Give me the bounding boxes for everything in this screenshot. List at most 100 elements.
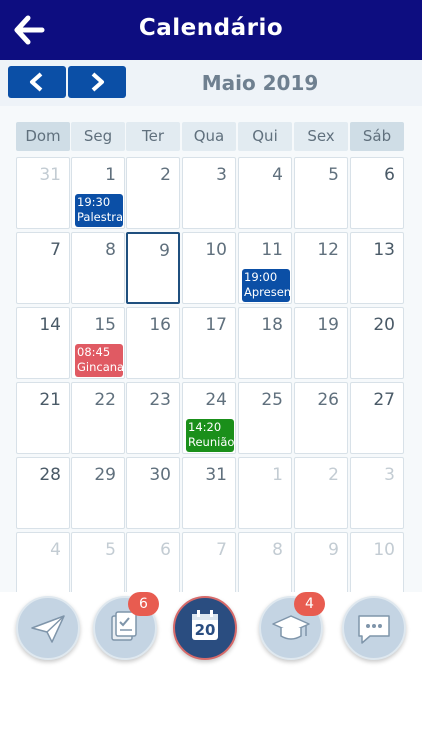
day-number: 6: [384, 165, 395, 185]
day-cell[interactable]: 23: [126, 382, 180, 454]
day-cell[interactable]: 20: [350, 307, 404, 379]
day-cell[interactable]: 6: [350, 157, 404, 229]
day-number: 6: [160, 540, 171, 560]
day-number: 2: [328, 465, 339, 485]
calendar-nav-button[interactable]: 20: [173, 596, 237, 660]
day-cell[interactable]: 12: [294, 232, 348, 304]
day-cell[interactable]: 13: [350, 232, 404, 304]
day-cell[interactable]: 2: [126, 157, 180, 229]
day-number: 23: [149, 390, 171, 410]
month-label: Maio 2019: [201, 71, 319, 95]
event-title: Reunião: [188, 435, 234, 449]
notification-badge: 6: [128, 592, 159, 616]
event-time: 19:30: [77, 195, 111, 209]
weekday-header: Sex: [294, 122, 348, 151]
day-number: 4: [272, 165, 283, 185]
day-number: 30: [149, 465, 171, 485]
day-cell[interactable]: 4: [16, 532, 70, 592]
event-title: Gincana: [77, 360, 123, 374]
event-time: 08:45: [77, 345, 111, 359]
calendar-grid: Dom Seg Ter Qua Qui Sex Sáb 31 1 19:30 Palestra 2 3 4…: [0, 106, 422, 592]
day-cell[interactable]: 8: [71, 232, 125, 304]
day-number: 12: [317, 240, 339, 260]
messages-nav-button[interactable]: [16, 596, 80, 660]
day-number: 8: [105, 240, 116, 260]
day-cell[interactable]: 7: [182, 532, 236, 592]
day-number: 16: [149, 315, 171, 335]
day-cell-selected[interactable]: 9: [126, 232, 180, 304]
event-chip[interactable]: 19:00 Apresen: [242, 269, 290, 302]
day-number: 10: [373, 540, 395, 560]
weekday-header: Qui: [238, 122, 292, 151]
day-cell[interactable]: 1 19:30 Palestra: [71, 157, 125, 229]
day-number: 3: [384, 465, 395, 485]
day-number: 7: [50, 240, 61, 260]
day-cell[interactable]: 31: [16, 157, 70, 229]
day-cell[interactable]: 25: [238, 382, 292, 454]
previous-month-button[interactable]: [8, 66, 66, 98]
day-cell[interactable]: 11 19:00 Apresen: [238, 232, 292, 304]
day-number: 31: [205, 465, 227, 485]
event-chip[interactable]: 08:45 Gincana: [75, 344, 123, 377]
notification-badge: 4: [294, 592, 325, 616]
day-number: 7: [216, 540, 227, 560]
day-number: 26: [317, 390, 339, 410]
day-number: 5: [105, 540, 116, 560]
day-cell[interactable]: 9: [294, 532, 348, 592]
day-number: 20: [373, 315, 395, 335]
day-cell[interactable]: 17: [182, 307, 236, 379]
next-month-button[interactable]: [68, 66, 126, 98]
day-number: 18: [261, 315, 283, 335]
day-cell[interactable]: 28: [16, 457, 70, 529]
day-cell[interactable]: 5: [294, 157, 348, 229]
day-cell[interactable]: 5: [71, 532, 125, 592]
event-chip[interactable]: 14:20 Reunião: [186, 419, 234, 452]
day-cell[interactable]: 10: [182, 232, 236, 304]
calendar-panel: Maio 2019 Dom Seg Ter Qua Qui Sex Sáb 31 1 19:30 P…: [0, 60, 422, 592]
weekday-header: Seg: [71, 122, 125, 151]
day-cell[interactable]: 31: [182, 457, 236, 529]
day-cell[interactable]: 26: [294, 382, 348, 454]
day-number: 25: [261, 390, 283, 410]
day-cell[interactable]: 10: [350, 532, 404, 592]
day-cell[interactable]: 6: [126, 532, 180, 592]
day-cell[interactable]: 1: [238, 457, 292, 529]
day-number: 17: [205, 315, 227, 335]
day-cell[interactable]: 27: [350, 382, 404, 454]
day-number: 13: [373, 240, 395, 260]
day-number: 1: [272, 465, 283, 485]
day-number: 24: [205, 390, 227, 410]
day-cell[interactable]: 29: [71, 457, 125, 529]
top-bar: Calendário: [0, 0, 422, 60]
day-cell[interactable]: 8: [238, 532, 292, 592]
weekday-header: Qua: [182, 122, 236, 151]
day-number: 5: [328, 165, 339, 185]
day-cell[interactable]: 19: [294, 307, 348, 379]
day-number: 27: [373, 390, 395, 410]
day-number: 29: [94, 465, 116, 485]
day-number: 2: [160, 165, 171, 185]
chat-nav-button[interactable]: [342, 596, 406, 660]
day-cell[interactable]: 14: [16, 307, 70, 379]
day-cell[interactable]: 3: [350, 457, 404, 529]
day-cell[interactable]: 3: [182, 157, 236, 229]
weekday-header: Sáb: [350, 122, 404, 151]
day-cell[interactable]: 2: [294, 457, 348, 529]
day-cell[interactable]: 30: [126, 457, 180, 529]
day-cell[interactable]: 24 14:20 Reunião: [182, 382, 236, 454]
chevron-left-icon: [30, 72, 43, 92]
day-number: 1: [105, 165, 116, 185]
day-cell[interactable]: 21: [16, 382, 70, 454]
day-cell[interactable]: 4: [238, 157, 292, 229]
day-cell[interactable]: 16: [126, 307, 180, 379]
event-chip[interactable]: 19:30 Palestra: [75, 194, 123, 227]
weekday-header: Ter: [126, 122, 180, 151]
day-cell[interactable]: 18: [238, 307, 292, 379]
day-number: 9: [159, 241, 170, 261]
day-cell[interactable]: 22: [71, 382, 125, 454]
chevron-right-icon: [91, 72, 104, 92]
day-number: 9: [328, 540, 339, 560]
day-number: 8: [272, 540, 283, 560]
day-cell[interactable]: 15 08:45 Gincana: [71, 307, 125, 379]
day-cell[interactable]: 7: [16, 232, 70, 304]
